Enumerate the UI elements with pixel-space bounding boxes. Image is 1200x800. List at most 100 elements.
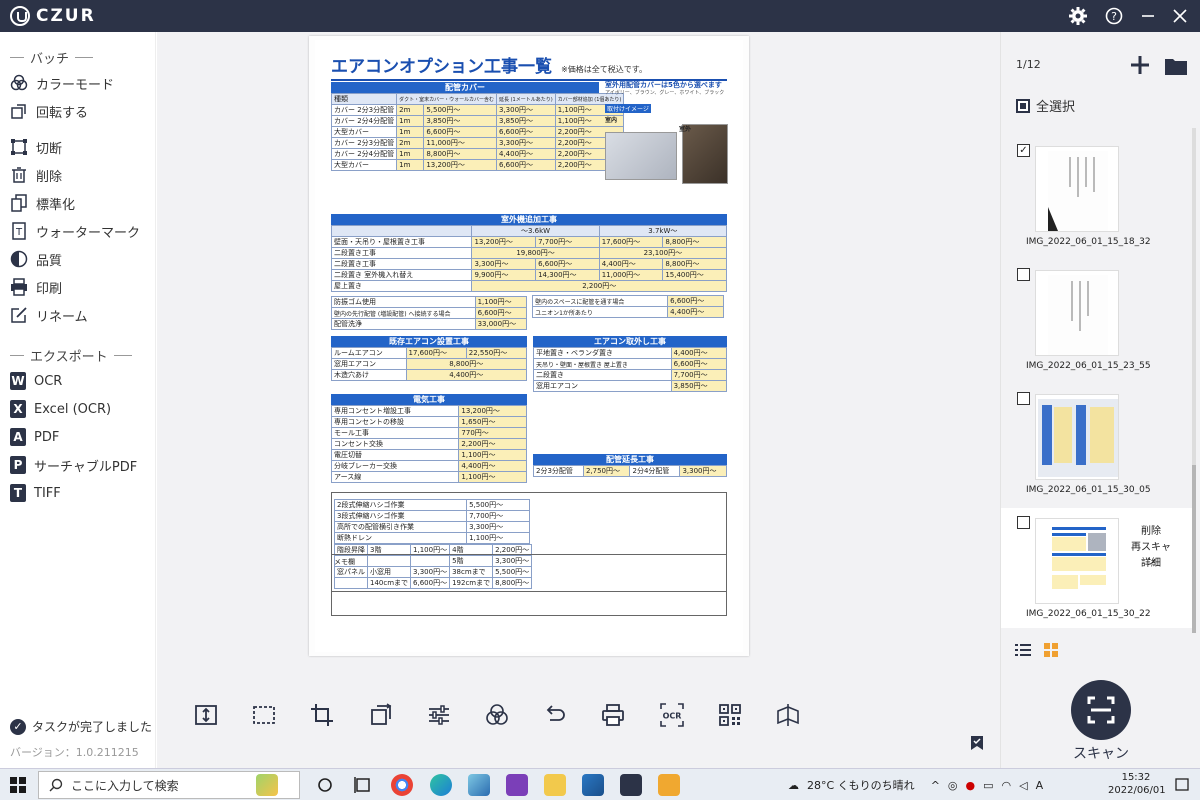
- color-button[interactable]: [468, 700, 526, 730]
- indoor-label: 室内: [605, 117, 618, 124]
- outdoor-unit-section: 室外機追加工事 〜3.6kW 3.7kW〜 壁面・天吊り・屋根置き工事 13,200…: [330, 212, 728, 330]
- thumbnail-checkbox[interactable]: [1017, 268, 1030, 281]
- rotate-page-icon: [370, 703, 392, 725]
- context-details[interactable]: 詳細: [1127, 554, 1175, 569]
- menu-print[interactable]: 印刷: [10, 276, 62, 298]
- ocr-button[interactable]: OCR: [643, 700, 701, 730]
- grid-view-icon[interactable]: [1043, 642, 1059, 658]
- export-excel[interactable]: X Excel (OCR): [10, 398, 111, 420]
- close-icon[interactable]: [1170, 6, 1190, 26]
- scan-button[interactable]: [1071, 680, 1131, 740]
- existing-section-bar: 既存エアコン設置工事: [331, 336, 527, 347]
- svg-text:?: ?: [1111, 10, 1117, 23]
- minimize-icon[interactable]: [1138, 6, 1158, 26]
- add-icon[interactable]: [1129, 54, 1151, 76]
- print-button[interactable]: [584, 700, 642, 730]
- chrome-icon[interactable]: [391, 774, 413, 796]
- cut-icon: [10, 138, 28, 156]
- thumbnail-filename: IMG_2022_06_01_15_30_05: [1026, 485, 1151, 495]
- menu-color-mode[interactable]: カラーモード: [10, 72, 114, 94]
- help-icon[interactable]: ?: [1104, 6, 1124, 26]
- crop-icon: [311, 704, 334, 726]
- thumbnail-checkbox[interactable]: [1017, 392, 1030, 405]
- tray-app-icon[interactable]: ◎: [948, 779, 958, 792]
- windows-start-icon[interactable]: [10, 777, 26, 793]
- search-icon: [49, 778, 63, 792]
- thumbnail-filename: IMG_2022_06_01_15_18_32: [1026, 237, 1151, 247]
- menu-standardize[interactable]: 標準化: [10, 192, 75, 214]
- menu-cut[interactable]: 切断: [10, 136, 62, 158]
- export-tiff[interactable]: T TIFF: [10, 482, 61, 504]
- image-viewer-icon[interactable]: [658, 774, 680, 796]
- thumbnail-checkbox[interactable]: ✓: [1017, 144, 1030, 157]
- menu-watermark[interactable]: T ウォーターマーク: [10, 220, 140, 242]
- rotate-page-button[interactable]: [352, 700, 410, 730]
- tray-record-icon[interactable]: ●: [966, 779, 976, 792]
- bookmark-button[interactable]: [759, 700, 817, 730]
- thumbnail-scrollbar-thumb[interactable]: [1192, 465, 1196, 633]
- bookmark-icon: [777, 704, 799, 726]
- document-preview[interactable]: エアコンオプション工事一覧 ※価格は全て税込です。 配管カバー 種類 ダクト・室…: [309, 36, 749, 656]
- svg-text:T: T: [15, 227, 23, 238]
- color-mode-icon: [10, 74, 28, 92]
- windows-taskbar: ここに入力して検索 ☁ 28°C くもりのち晴れ ^ ◎ ● ▭ ◠ ◁ A 1…: [0, 768, 1200, 800]
- export-ocr[interactable]: W OCR: [10, 370, 62, 392]
- extension-section: 配管延長工事 2分3分配管 2,750円〜 2分4分配管 3,300円〜: [533, 452, 727, 477]
- settings-gear-icon[interactable]: [1068, 6, 1088, 26]
- list-view-icon[interactable]: [1015, 642, 1031, 658]
- context-delete[interactable]: 削除: [1127, 522, 1175, 537]
- select-all-checkbox[interactable]: 全選択: [1016, 96, 1075, 115]
- czur-taskbar-icon[interactable]: [620, 774, 642, 796]
- menu-rename[interactable]: リネーム: [10, 304, 88, 326]
- search-highlight-icon[interactable]: [256, 774, 278, 796]
- thumbnail-item[interactable]: IMG_2022_06_01_15_30_05: [1001, 384, 1195, 504]
- edge-icon[interactable]: [430, 774, 452, 796]
- undo-button[interactable]: [526, 700, 584, 730]
- fit-height-button[interactable]: [177, 700, 235, 730]
- weather-text[interactable]: 28°C くもりのち晴れ: [807, 777, 915, 793]
- crop-button[interactable]: [293, 700, 351, 730]
- clock[interactable]: 15:32 2022/06/01: [1108, 771, 1166, 797]
- thumbnail-checkbox[interactable]: [1017, 516, 1030, 529]
- tray-display-icon[interactable]: ▭: [983, 779, 993, 792]
- menu-label: カラーモード: [36, 77, 115, 93]
- scanned-document: エアコンオプション工事一覧 ※価格は全て税込です。 配管カバー 種類 ダクト・室…: [315, 40, 743, 652]
- outdoor-row: 屋上置き 2,200円〜: [330, 280, 727, 292]
- notification-icon[interactable]: [1174, 777, 1190, 793]
- tray-volume-icon[interactable]: ◁: [1019, 779, 1027, 792]
- thumbnail-item[interactable]: IMG_2022_06_01_15_23_55: [1001, 260, 1195, 380]
- memo-label: メモ欄: [334, 558, 355, 566]
- export-searchable-pdf[interactable]: P サーチャブルPDF: [10, 454, 137, 476]
- file-explorer-icon[interactable]: [544, 774, 566, 796]
- menu-delete[interactable]: 削除: [10, 164, 62, 186]
- export-pdf[interactable]: A PDF: [10, 426, 59, 448]
- searchable-pdf-icon: P: [10, 456, 26, 474]
- tray-chevron-icon[interactable]: ^: [931, 779, 940, 792]
- qr-button[interactable]: [701, 700, 759, 730]
- task-view-icon[interactable]: [352, 774, 374, 796]
- app-icon[interactable]: [468, 774, 490, 796]
- menu-quality[interactable]: 品質: [10, 248, 62, 270]
- word-icon: W: [10, 372, 26, 390]
- thumbnail-item[interactable]: ✓ IMG_2022_06_01_15_18_32: [1001, 136, 1195, 256]
- onenote-icon[interactable]: [506, 774, 528, 796]
- tray-network-icon[interactable]: ◠: [1002, 779, 1012, 792]
- folder-icon[interactable]: [1164, 56, 1188, 76]
- preview-area: エアコンオプション工事一覧 ※価格は全て税込です。 配管カバー 種類 ダクト・室…: [157, 32, 1000, 768]
- feedback-flag-icon[interactable]: [968, 734, 986, 752]
- cortana-icon[interactable]: [314, 774, 336, 796]
- ime-indicator[interactable]: A: [1036, 779, 1044, 792]
- thumbnail-item-selected[interactable]: IMG_2022_06_01_15_30_22 削除 再スキャン 詳細: [1001, 508, 1195, 628]
- print-icon: [10, 278, 28, 296]
- scan-icon: [1087, 696, 1115, 724]
- brand-name: CZUR: [36, 6, 96, 26]
- menu-rotate[interactable]: 回転する: [10, 100, 88, 122]
- select-area-button[interactable]: [235, 700, 293, 730]
- removal-section-bar: エアコン取外し工事: [533, 336, 727, 347]
- adjust-button[interactable]: [410, 700, 468, 730]
- weather-icon[interactable]: ☁: [788, 779, 799, 792]
- cover-table: 種類 ダクト・室末カバー・ウォールカバー含む 延長 (1メートルあたり) カバー…: [330, 93, 625, 171]
- photos-icon[interactable]: [582, 774, 604, 796]
- page-count: 1/12: [1016, 58, 1041, 71]
- clock-date: 2022/06/01: [1108, 785, 1166, 796]
